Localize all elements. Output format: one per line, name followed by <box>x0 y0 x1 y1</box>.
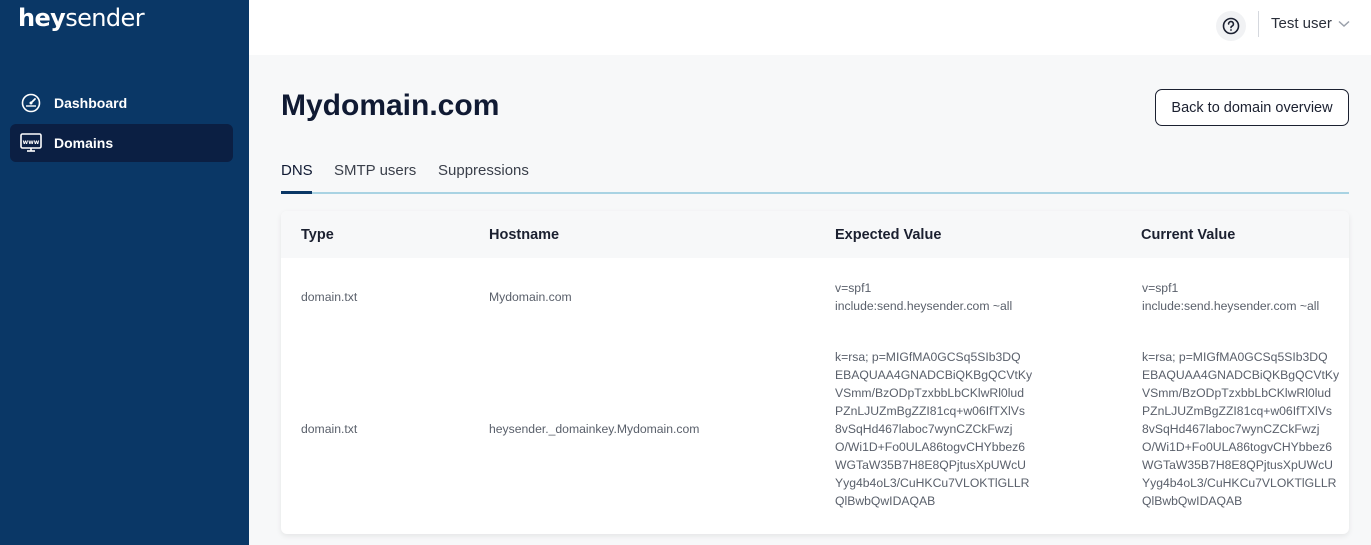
cell-type: domain.txt <box>301 290 358 304</box>
sidebar-item-domains[interactable]: www Domains <box>10 124 233 162</box>
user-name: Test user <box>1271 15 1332 32</box>
back-to-domain-overview-button[interactable]: Back to domain overview <box>1155 89 1349 126</box>
page-title: Mydomain.com <box>281 89 500 122</box>
table-header: Type Hostname Expected Value Current Val… <box>281 211 1349 258</box>
sidebar-item-dashboard[interactable]: Dashboard <box>10 84 233 122</box>
column-header-expected-value: Expected Value <box>835 227 942 243</box>
tab-smtp-users[interactable]: SMTP users <box>334 162 416 179</box>
chevron-down-icon <box>1338 20 1350 27</box>
column-header-hostname: Hostname <box>489 227 560 243</box>
domain-www-icon: www <box>20 132 42 154</box>
tab-bar: DNS SMTP users Suppressions <box>281 160 1349 194</box>
cell-current-value: v=spf1 include:send.heysender.com ~all <box>1142 281 1320 313</box>
cell-current-value: k=rsa; p=MIGfMA0GCSq5SIb3DQ EBAQUAA4GNAD… <box>1142 350 1340 508</box>
cell-hostname: Mydomain.com <box>489 290 572 304</box>
dns-records-table: Type Hostname Expected Value Current Val… <box>281 211 1349 534</box>
dashboard-gauge-icon <box>20 92 42 114</box>
tab-active-indicator <box>281 191 312 194</box>
sidebar-item-label: Dashboard <box>54 95 128 111</box>
column-header-current-value: Current Value <box>1141 227 1236 243</box>
cell-type: domain.txt <box>301 422 358 436</box>
tab-dns[interactable]: DNS <box>281 162 313 179</box>
cell-expected-value: v=spf1 include:send.heysender.com ~all <box>835 281 1013 313</box>
user-menu[interactable]: Test user <box>1271 15 1350 32</box>
topbar-divider <box>1258 11 1259 37</box>
cell-hostname: heysender._domainkey.Mydomain.com <box>489 422 700 436</box>
heysender-logo[interactable]: heysender <box>18 4 145 32</box>
sidebar-item-label: Domains <box>54 135 114 151</box>
cell-expected-value: k=rsa; p=MIGfMA0GCSq5SIb3DQ EBAQUAA4GNAD… <box>835 350 1033 508</box>
column-header-type: Type <box>301 227 334 243</box>
sidebar: heysender Dashboard www Domains <box>0 0 249 545</box>
tab-suppressions[interactable]: Suppressions <box>438 162 529 179</box>
svg-text:www: www <box>23 139 40 146</box>
help-circle-icon[interactable] <box>1216 11 1246 41</box>
top-bar: Test user <box>249 0 1371 55</box>
